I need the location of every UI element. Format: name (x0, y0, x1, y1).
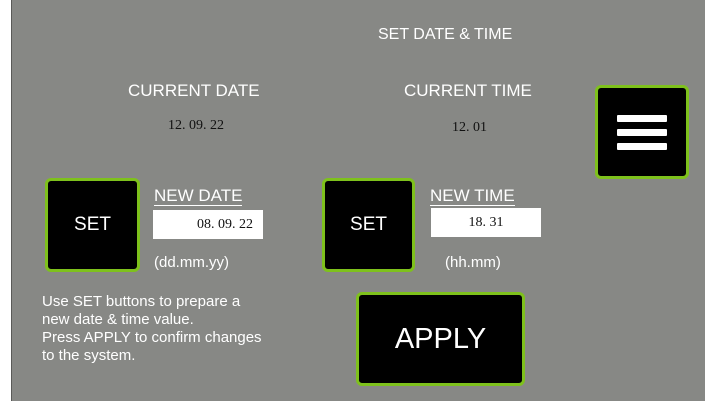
set-date-button[interactable]: SET (45, 178, 140, 272)
hamburger-menu-icon (617, 114, 667, 122)
help-text: Use SET buttons to prepare a new date & … (42, 293, 262, 365)
help-text-line: to the system. (42, 347, 136, 364)
apply-button-label: APPLY (394, 322, 487, 355)
new-time-field[interactable] (431, 208, 541, 237)
hamburger-menu-icon-bar (617, 142, 667, 150)
help-text-line: Use SET buttons to prepare a (42, 293, 241, 310)
page-title: SET DATE & TIME (378, 26, 513, 43)
current-date-label: CURRENT DATE (128, 81, 260, 100)
current-date-value: 12. 09. 22 (168, 118, 224, 133)
menu-button[interactable] (595, 85, 689, 179)
new-time-label: NEW TIME (430, 186, 515, 206)
new-time-format-hint: (hh.mm) (445, 254, 501, 271)
set-date-time-screen: SET DATE & TIME CURRENT DATE 12. 09. 22 … (11, 0, 705, 401)
new-time-label-text: NEW TIME (430, 186, 515, 206)
hamburger-menu-icon-bar (617, 128, 667, 136)
current-time-value: 12. 01 (452, 120, 487, 135)
new-date-label: NEW DATE (154, 186, 243, 206)
help-text-line: new date & time value. (42, 311, 194, 328)
new-date-field[interactable] (153, 210, 263, 239)
current-time-label: CURRENT TIME (404, 81, 532, 100)
new-date-format-hint: (dd.mm.yy) (154, 254, 229, 271)
set-time-button[interactable]: SET (322, 178, 415, 272)
apply-button[interactable]: APPLY (356, 292, 525, 386)
set-time-button-label: SET (350, 214, 387, 235)
help-text-line: Press APPLY to confirm changes (42, 329, 262, 346)
new-date-label-text: NEW DATE (154, 186, 243, 206)
set-date-button-label: SET (74, 214, 111, 235)
